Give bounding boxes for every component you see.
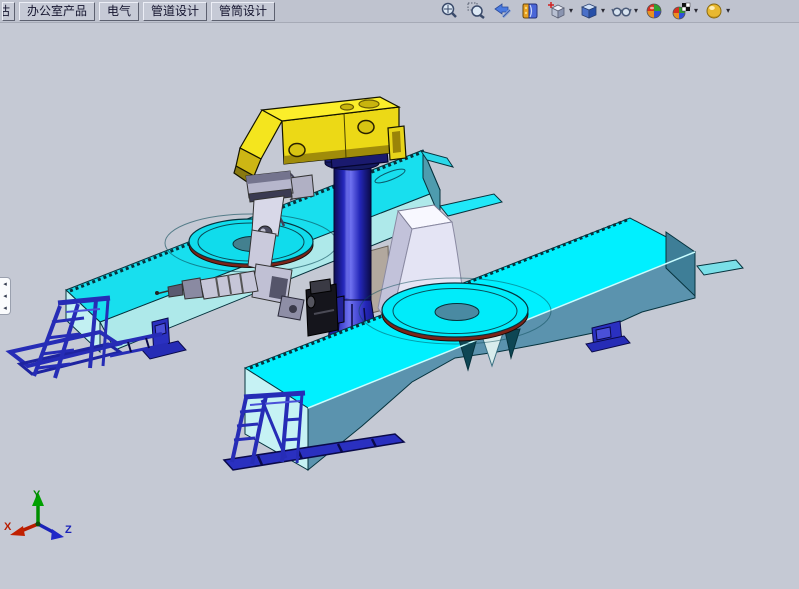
zoom-to-fit-icon	[439, 1, 460, 22]
zoom-to-area-button[interactable]	[463, 0, 490, 22]
triad-y-label: Y	[33, 489, 41, 501]
tab-tubing-design[interactable]: 管筒设计	[211, 2, 275, 21]
section-view-icon	[520, 1, 541, 22]
edit-appearance-button[interactable]	[641, 0, 668, 22]
collapse-arrow-icon: ◂	[3, 281, 7, 288]
feature-panel-collapse-handle[interactable]: ◂ ◂ ◂	[0, 277, 11, 315]
heads-up-view-toolbar: ▾ ▾ ▾	[436, 0, 733, 22]
tab-partial-evaluate[interactable]: 估	[2, 2, 15, 21]
edit-appearance-icon	[644, 1, 665, 22]
previous-view-button[interactable]	[490, 0, 517, 22]
apply-scene-button[interactable]: ▾	[668, 0, 701, 22]
view-settings-button[interactable]: ▾	[701, 0, 733, 22]
view-settings-icon	[704, 1, 725, 22]
dropdown-caret-icon[interactable]: ▾	[694, 0, 698, 22]
dropdown-caret-icon[interactable]: ▾	[726, 0, 730, 22]
collapse-arrow-icon: ◂	[3, 293, 7, 300]
tab-office-products[interactable]: 办公室产品	[19, 2, 95, 21]
dropdown-caret-icon[interactable]: ▾	[634, 0, 638, 22]
view-orientation-icon	[547, 1, 568, 22]
viewport-3d[interactable]: Y X Z	[0, 0, 799, 589]
apply-scene-icon	[671, 1, 693, 22]
command-tabs: 估 办公室产品 电气 管道设计 管筒设计	[0, 0, 277, 22]
hide-show-items-icon	[611, 1, 633, 22]
section-view-button[interactable]	[517, 0, 544, 22]
display-style-icon	[579, 1, 600, 22]
command-manager-toolbar: 估 办公室产品 电气 管道设计 管筒设计	[0, 0, 799, 23]
collapse-arrow-icon: ◂	[3, 305, 7, 312]
zoom-to-area-icon	[466, 1, 487, 22]
triad-z-label: Z	[65, 524, 72, 536]
front-beam-ring[interactable]	[382, 283, 528, 341]
view-orientation-button[interactable]: ▾	[544, 0, 576, 22]
previous-view-icon	[493, 1, 514, 22]
dropdown-caret-icon[interactable]: ▾	[569, 0, 573, 22]
tab-electrical[interactable]: 电气	[99, 2, 139, 21]
triad-x-label: X	[4, 521, 12, 533]
dropdown-caret-icon[interactable]: ▾	[601, 0, 605, 22]
display-style-button[interactable]: ▾	[576, 0, 608, 22]
tab-piping-design[interactable]: 管道设计	[143, 2, 207, 21]
hide-show-items-button[interactable]: ▾	[608, 0, 641, 22]
zoom-to-fit-button[interactable]	[436, 0, 463, 22]
